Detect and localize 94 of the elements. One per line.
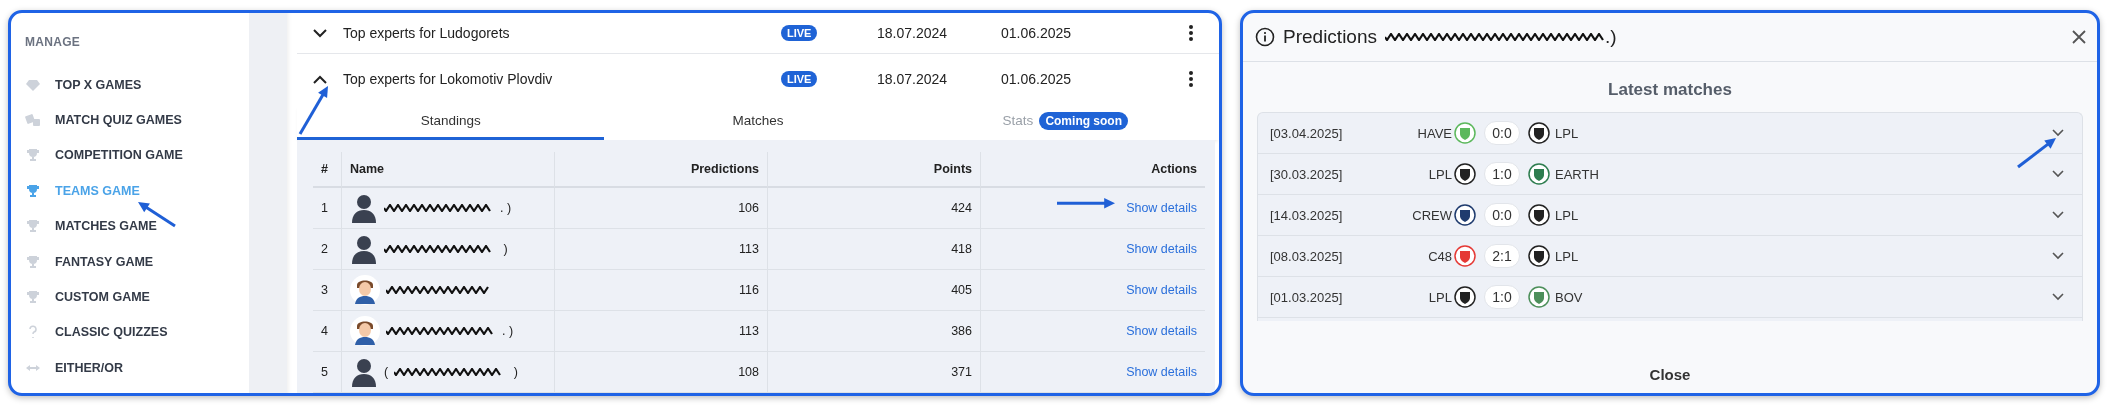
title-fragment: .) [1605,26,1617,48]
trophy-icon [25,218,41,235]
show-details-link[interactable]: Show details [1126,201,1197,215]
column-header: Points [767,152,980,188]
table-cell: 418 [767,229,980,270]
table-cell: 371 [767,352,980,393]
info-icon [1255,27,1275,47]
sidebar-item[interactable]: EITHER/OR [25,350,249,386]
show-details-link[interactable]: Show details [1126,283,1197,297]
sidebar-item[interactable]: FANTASY GAME [25,243,249,280]
collapse-chevron-icon[interactable] [313,74,327,84]
annotation-arrow [2017,138,2056,169]
sidebar-item[interactable]: CUSTOM GAME [25,279,249,315]
sidebar-item[interactable]: MATCH QUIZ GAMES [25,102,249,138]
score: 2:1 [1484,244,1520,268]
tab-label: Stats [1002,113,1034,128]
tab[interactable]: Matches [604,104,912,140]
team-name: LPL [1554,207,1580,223]
table-cell: 108 [554,352,767,393]
close-button[interactable]: Close [1637,360,1703,389]
table-cell: 1 [313,188,341,229]
table-cell: 106 [554,188,767,229]
expand-chevron-icon[interactable] [2052,211,2064,219]
sidebar-heading: MANAGE [25,35,82,49]
column-header: Actions [980,152,1205,188]
show-details-link[interactable]: Show details [1126,324,1197,338]
end-date: 01.06.2025 [1001,71,1073,87]
column-header: Predictions [554,152,767,188]
start-date: 18.07.2024 [877,25,949,41]
end-date: 01.06.2025 [1001,25,1073,41]
sidebar-item[interactable]: TOP X GAMES [25,67,249,103]
show-details-link[interactable]: Show details [1126,365,1197,379]
table-cell: 113 [554,311,767,352]
team-name: BOV [1554,289,1584,305]
table-cell: 5 [313,352,341,393]
annotation-arrow [298,86,328,135]
trophy-icon [25,182,41,199]
table-cell: 113 [554,229,767,270]
team-name: C48 [1428,248,1452,264]
match-date: [30.03.2025] [1270,166,1344,182]
sidebar-item[interactable]: CLASSIC QUIZZES [25,314,249,351]
table-cell: 4 [313,311,341,352]
score: 0:0 [1484,203,1520,227]
team-name: LPL [1554,248,1580,264]
name-fragment: ) [502,242,508,256]
trophy-icon [25,147,41,164]
team-name: LPL [1554,125,1580,141]
status-badge: LIVE [781,25,818,41]
match-date: [14.03.2025] [1270,207,1344,223]
match-date: [08.03.2025] [1270,248,1344,264]
game-title: Top experts for Lokomotiv Plovdiv [343,71,554,87]
coming-soon-badge: Coming soon [1039,111,1129,130]
dice-icon [25,112,41,129]
name-fragment: . ) [500,201,512,215]
sidebar-item[interactable]: MATCHES GAME [25,208,249,244]
game-title: Top experts for Ludogorets [343,25,511,41]
show-details-link[interactable]: Show details [1126,242,1197,256]
more-options-icon[interactable] [1189,25,1193,41]
table-cell: 2 [313,229,341,270]
team-name: CREW [1412,207,1452,223]
name-fragment: ) [512,365,518,379]
score: 1:0 [1484,162,1520,186]
column-header: # [313,152,341,188]
more-options-icon[interactable] [1189,71,1193,87]
dialog-title: Predictions [1283,26,1377,48]
team-name: HAVE [1417,125,1452,141]
expand-chevron-icon[interactable] [2052,252,2064,260]
table-cell: 386 [767,311,980,352]
expand-chevron-icon[interactable] [2052,170,2064,178]
trophy-icon [25,253,41,270]
start-date: 18.07.2024 [877,71,949,87]
table-cell: 405 [767,270,980,311]
score: 1:0 [1484,285,1520,309]
match-date: [03.04.2025] [1270,125,1344,141]
status-badge: LIVE [781,71,818,87]
trophy-icon [25,289,41,306]
close-icon[interactable] [2071,29,2087,45]
name-fragment: . ) [502,324,514,338]
annotation-arrow [1057,197,1115,209]
team-name: EARTH [1554,166,1600,182]
section-heading: Latest matches [1607,80,1733,100]
expand-chevron-icon[interactable] [313,28,327,38]
expand-chevron-icon[interactable] [2052,293,2064,301]
table-cell: 424 [767,188,980,229]
table-cell: 3 [313,270,341,311]
match-date: [01.03.2025] [1270,289,1344,305]
table-cell: 116 [554,270,767,311]
team-name: LPL [1428,166,1452,182]
sidebar-item[interactable]: COMPETITION GAME [25,137,249,174]
column-header: Name [341,152,554,188]
name-fragment: ( [384,365,389,379]
team-name: LPL [1428,289,1452,305]
score: 0:0 [1484,121,1520,145]
expand-chevron-icon[interactable] [2052,129,2064,137]
